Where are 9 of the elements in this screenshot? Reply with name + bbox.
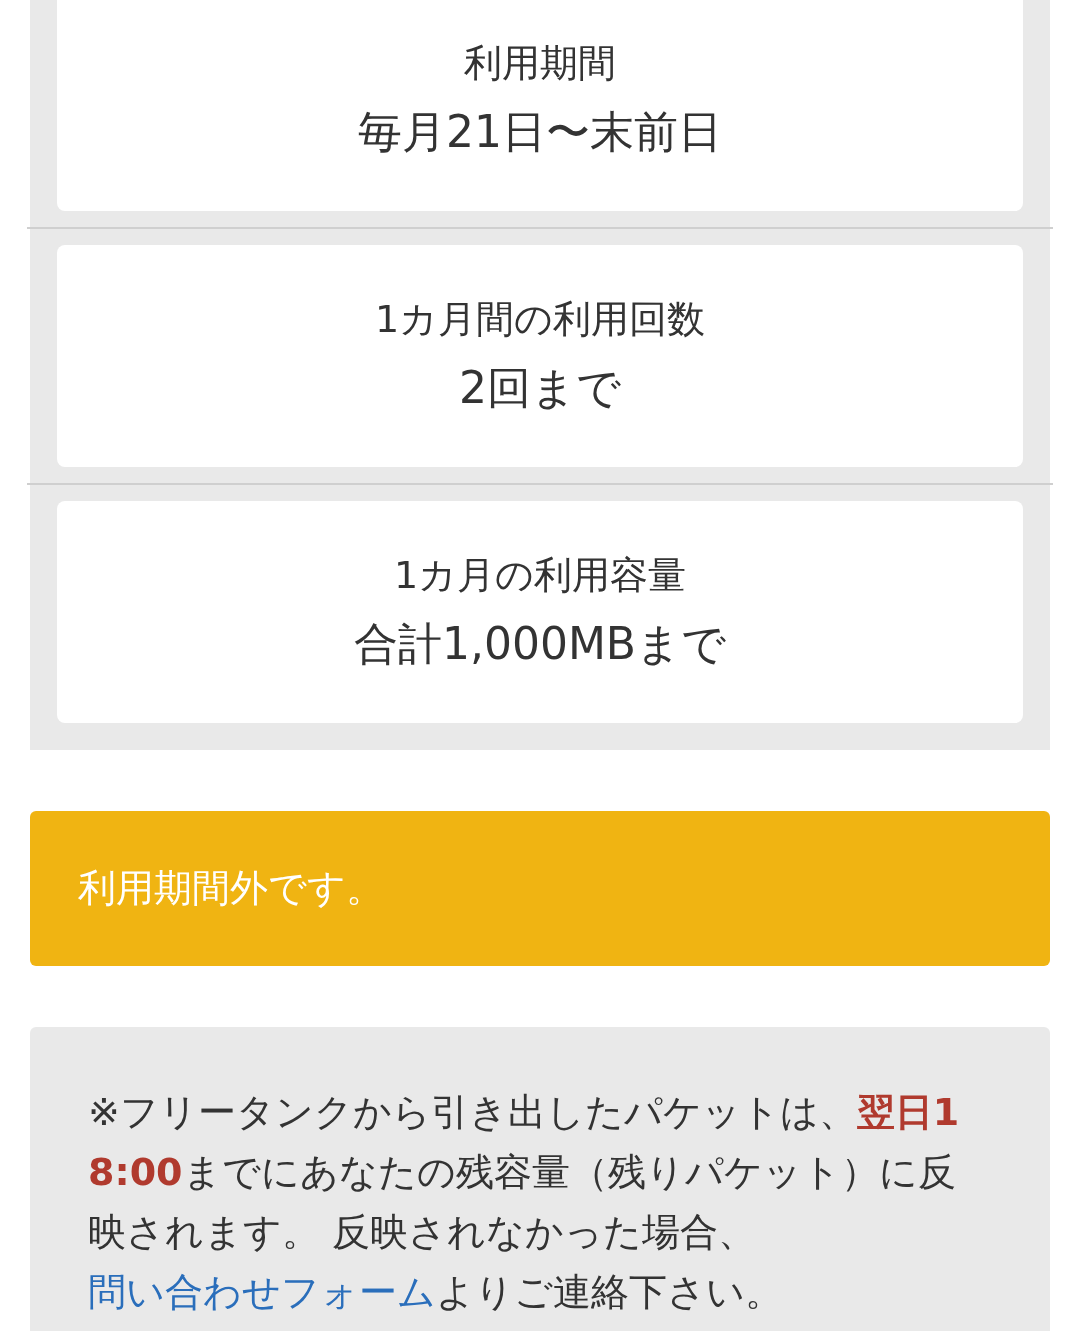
condition-label: 1カ月間の利用回数 xyxy=(374,296,706,343)
condition-value: 毎月21日〜末前日 xyxy=(358,105,722,159)
status-banner: 利用期間外です。 xyxy=(30,811,1050,966)
note-text: ※フリータンクから引き出したパケットは、翌日18:00 までにあなたの残容量（残りパケット）に反映されます。 反映されなかった場合、 問い合わせフォーム よりご連絡下さい。 xyxy=(88,1089,961,1316)
condition-label: 1カ月の利用容量 xyxy=(393,552,687,599)
condition-value: 2回まで xyxy=(459,361,621,415)
contact-form-link[interactable]: 問い合わせフォーム xyxy=(88,1270,436,1314)
condition-value: 合計1,000MBまで xyxy=(353,617,727,671)
condition-label: 利用期間 xyxy=(464,40,616,87)
